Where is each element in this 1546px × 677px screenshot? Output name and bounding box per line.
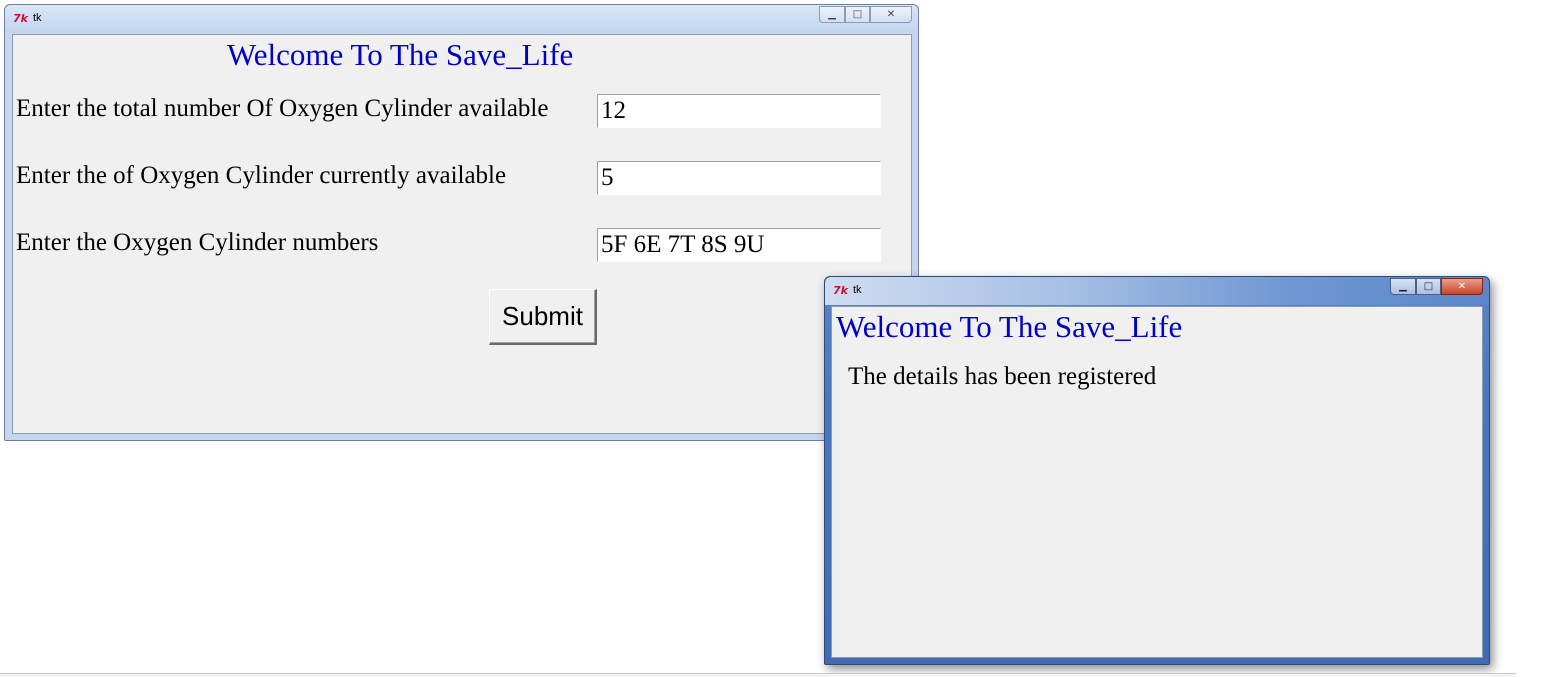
minimize-button[interactable]: ▁ <box>1390 278 1416 295</box>
total-cylinders-input[interactable] <box>597 94 881 128</box>
total-cylinders-label: Enter the total number Of Oxygen Cylinde… <box>16 95 549 122</box>
close-icon: ✕ <box>886 9 896 20</box>
minimize-icon: ▁ <box>1399 281 1407 292</box>
main-window-title: tk <box>33 12 42 24</box>
minimize-button[interactable]: ▁ <box>819 6 845 23</box>
cylinder-numbers-label: Enter the Oxygen Cylinder numbers <box>16 229 379 256</box>
caption-buttons: ▁ □ ✕ <box>819 6 912 23</box>
caption-buttons: ▁ □ ✕ <box>1390 278 1483 295</box>
close-icon: ✕ <box>1457 281 1467 292</box>
cylinder-numbers-input[interactable] <box>597 228 881 262</box>
welcome-heading: Welcome To The Save_Life <box>227 37 574 72</box>
close-button[interactable]: ✕ <box>870 6 912 23</box>
close-button[interactable]: ✕ <box>1441 278 1483 295</box>
main-window-titlebar[interactable]: 7k tk ▁ □ ✕ <box>5 5 918 33</box>
screen-bottom-edge <box>0 673 1516 677</box>
current-cylinders-label: Enter the of Oxygen Cylinder currently a… <box>16 162 507 189</box>
submit-button[interactable]: Submit <box>489 289 597 345</box>
confirmation-window-title: tk <box>853 284 862 296</box>
maximize-icon: □ <box>852 9 863 20</box>
welcome-heading: Welcome To The Save_Life <box>836 309 1183 344</box>
minimize-icon: ▁ <box>828 9 836 20</box>
confirmation-window: 7k tk ▁ □ ✕ Welcome To The Save_Life The… <box>824 276 1490 665</box>
maximize-icon: □ <box>1423 281 1434 292</box>
maximize-button[interactable]: □ <box>845 6 870 23</box>
main-window: 7k tk ▁ □ ✕ Welcome To The Save_Life Ent… <box>4 4 919 441</box>
registration-message: The details has been registered <box>848 363 1157 390</box>
tk-feather-icon: 7k <box>833 284 848 297</box>
maximize-button[interactable]: □ <box>1416 278 1441 295</box>
main-window-client: Welcome To The Save_Life Enter the total… <box>12 34 912 434</box>
tk-feather-icon: 7k <box>13 12 28 25</box>
confirmation-window-titlebar[interactable]: 7k tk ▁ □ ✕ <box>825 277 1489 305</box>
confirmation-window-client: Welcome To The Save_Life The details has… <box>831 306 1483 658</box>
current-cylinders-input[interactable] <box>597 161 881 195</box>
